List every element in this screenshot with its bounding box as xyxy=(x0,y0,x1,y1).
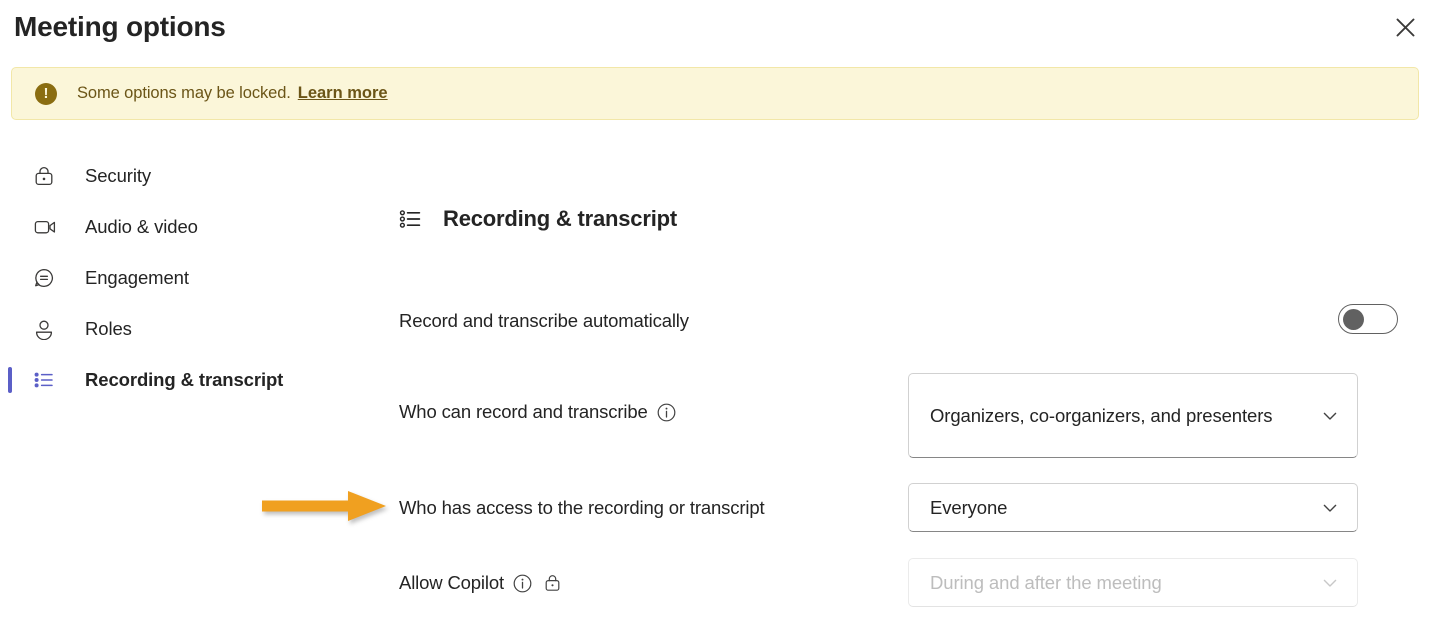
who-can-record-dropdown[interactable]: Organizers, co-organizers, and presenter… xyxy=(908,373,1358,458)
task-list-icon xyxy=(33,369,59,391)
dropdown-value: Organizers, co-organizers, and presenter… xyxy=(930,404,1273,426)
who-has-access-dropdown[interactable]: Everyone xyxy=(908,483,1358,532)
chevron-down-icon xyxy=(1319,573,1341,593)
warning-filled-icon: ! xyxy=(35,82,57,105)
sidebar-item-label: Recording & transcript xyxy=(85,368,284,390)
sidebar-item-label: Security xyxy=(85,164,152,186)
record-transcribe-automatically-toggle[interactable] xyxy=(1338,304,1398,334)
setting-label: Record and transcribe automatically xyxy=(399,310,689,331)
meeting-options-dialog: Meeting options ! Some options may be lo… xyxy=(0,0,1430,621)
setting-label: Who can record and transcribe xyxy=(399,399,676,425)
lock-icon xyxy=(544,573,561,593)
sidebar-item-label: Roles xyxy=(85,317,132,339)
video-camera-icon xyxy=(33,216,59,238)
sidebar-item-label: Audio & video xyxy=(85,215,198,237)
info-icon[interactable] xyxy=(657,403,676,422)
chat-bubble-icon xyxy=(33,267,59,289)
section-header: Recording & transcript xyxy=(399,206,677,232)
sidebar-item-security[interactable]: Security xyxy=(0,150,380,201)
section-title: Recording & transcript xyxy=(443,206,677,231)
setting-label-text: Who can record and transcribe xyxy=(399,401,648,422)
setting-label: Allow Copilot xyxy=(399,570,561,596)
setting-row-record-automatically: Record and transcribe automatically xyxy=(399,308,1430,334)
setting-label-text: Allow Copilot xyxy=(399,572,504,593)
info-icon[interactable] xyxy=(513,574,532,593)
sidebar-item-engagement[interactable]: Engagement xyxy=(0,252,380,303)
annotation-arrow-icon xyxy=(262,489,387,523)
sidebar-item-label: Engagement xyxy=(85,266,189,288)
chevron-down-icon xyxy=(1319,498,1341,518)
dropdown-value: Everyone xyxy=(930,496,1008,518)
allow-copilot-dropdown: During and after the meeting xyxy=(908,558,1358,607)
chevron-down-icon xyxy=(1319,406,1341,426)
toggle-thumb xyxy=(1343,308,1364,330)
settings-sidebar: Security Audio & video Engagement Roles … xyxy=(0,150,380,405)
person-icon xyxy=(33,318,59,340)
setting-label: Who has access to the recording or trans… xyxy=(399,497,765,518)
sidebar-item-audio-video[interactable]: Audio & video xyxy=(0,201,380,252)
settings-main-panel: Recording & transcript Record and transc… xyxy=(399,0,1430,621)
sidebar-item-recording-transcript[interactable]: Recording & transcript xyxy=(0,354,380,405)
learn-more-link[interactable]: Learn more xyxy=(298,84,388,103)
sidebar-item-roles[interactable]: Roles xyxy=(0,303,380,354)
selection-indicator xyxy=(8,366,12,393)
banner-text: Some options may be locked. xyxy=(77,84,291,102)
lock-icon xyxy=(33,165,59,187)
page-title: Meeting options xyxy=(14,11,226,42)
dropdown-value: During and after the meeting xyxy=(930,571,1162,593)
task-list-icon xyxy=(399,206,425,232)
